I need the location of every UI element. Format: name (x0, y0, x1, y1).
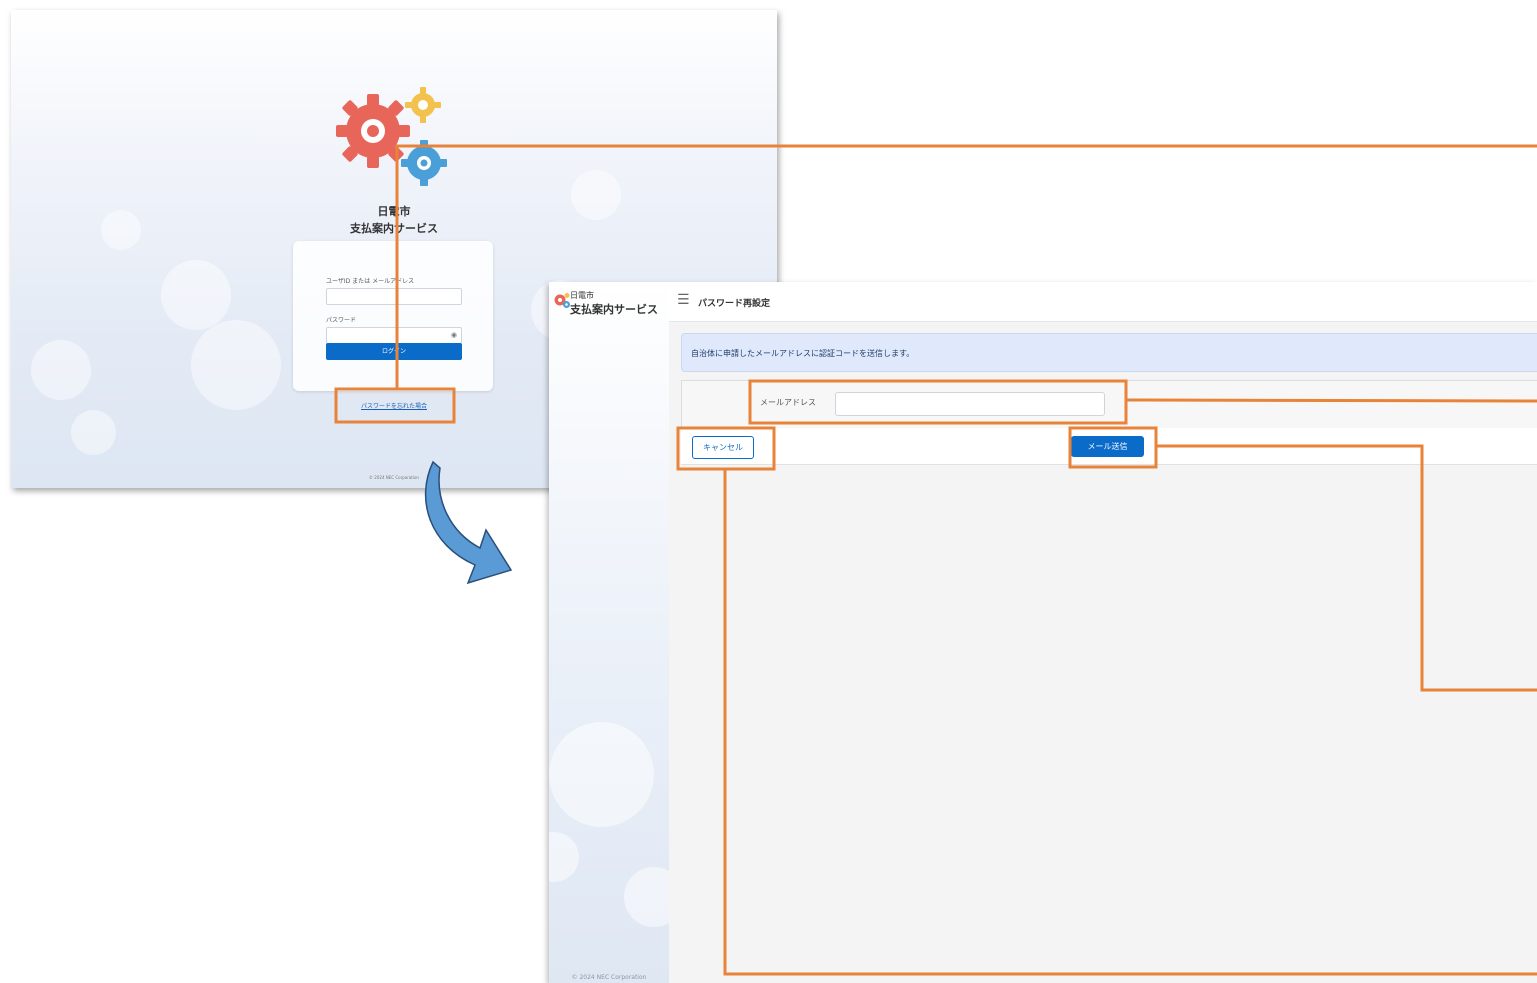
top-bar: ☰ パスワード再設定 (669, 282, 1537, 322)
password-reset-screenshot: 日電市 支払案内サービス © 2024 NEC Corporation ☰ パス… (549, 282, 1537, 983)
bokeh-circle (549, 722, 654, 827)
bokeh-circle (71, 410, 116, 455)
red-gear-icon (336, 94, 410, 168)
login-service-name: 支払案内サービス (350, 222, 438, 235)
sidebar-copyright: © 2024 NEC Corporation (571, 974, 647, 981)
login-card: ユーザID または メールアドレス パスワード ◉ ログイン (293, 241, 493, 391)
info-message: 自治体に申請したメールアドレスに認証コードを送信します。 (691, 349, 915, 358)
login-button[interactable]: ログイン (326, 343, 462, 360)
userid-input[interactable] (326, 288, 462, 305)
sidebar: 日電市 支払案内サービス © 2024 NEC Corporation (549, 282, 684, 983)
main-content: 自治体に申請したメールアドレスに認証コードを送信します。 メールアドレス キャン… (669, 322, 1537, 983)
bokeh-circle (549, 832, 579, 882)
gears-logo-icon (336, 87, 447, 186)
email-input[interactable] (835, 392, 1105, 416)
info-banner: 自治体に申請したメールアドレスに認証コードを送信します。 (681, 333, 1537, 372)
password-label: パスワード (326, 317, 357, 324)
password-input[interactable]: ◉ (326, 327, 462, 344)
hamburger-icon[interactable]: ☰ (677, 293, 690, 307)
cancel-button[interactable]: キャンセル (692, 436, 754, 459)
bokeh-circle (161, 260, 231, 330)
login-city-name: 日電市 (377, 205, 411, 218)
page-title: パスワード再設定 (698, 299, 771, 309)
action-bar: キャンセル メール送信 (681, 428, 1537, 465)
email-form: メールアドレス (681, 380, 1537, 430)
bokeh-circle (31, 340, 91, 400)
email-label: メールアドレス (760, 398, 816, 407)
brand[interactable]: 日電市 支払案内サービス (554, 288, 669, 318)
userid-label: ユーザID または メールアドレス (326, 278, 415, 285)
brand-service-name: 支払案内サービス (570, 303, 658, 316)
eye-icon[interactable]: ◉ (451, 331, 457, 339)
brand-city-name: 日電市 (570, 291, 594, 300)
send-mail-button[interactable]: メール送信 (1071, 436, 1144, 457)
bokeh-circle (191, 320, 281, 410)
yellow-gear-icon (405, 87, 441, 123)
blue-gear-icon (401, 140, 447, 186)
